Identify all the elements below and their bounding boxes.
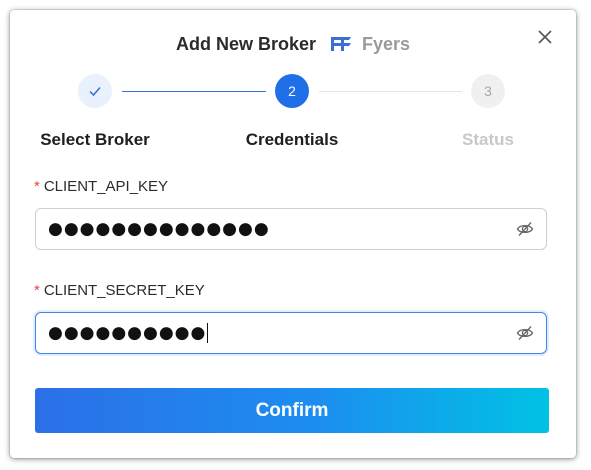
api-key-value: ●●●●●●●●●●●●●●: [48, 219, 270, 239]
modal-header: Add New Broker Fyers: [10, 34, 576, 54]
step-3-circle: 3: [471, 74, 505, 108]
secret-key-input[interactable]: ●●●●●●●●●●: [35, 312, 547, 354]
step-1-circle: [78, 74, 112, 108]
eye-slash-icon[interactable]: [516, 324, 534, 342]
text-caret: [207, 323, 209, 343]
step-label-status: Status: [462, 130, 514, 149]
confirm-button[interactable]: Confirm: [35, 388, 549, 433]
secret-key-label-text: CLIENT_SECRET_KEY: [43, 282, 205, 299]
stepper-line-pending: [319, 91, 462, 92]
step-label-select-broker: Select Broker: [40, 130, 150, 149]
secret-key-value: ●●●●●●●●●●: [48, 323, 209, 343]
secret-key-value-text: ●●●●●●●●●●: [48, 323, 207, 343]
eye-slash-icon[interactable]: [516, 220, 534, 238]
api-key-input[interactable]: ●●●●●●●●●●●●●●: [35, 208, 547, 250]
step-label-credentials: Credentials: [245, 130, 339, 149]
check-icon: [89, 87, 101, 97]
api-key-label-text: CLIENT_API_KEY: [43, 178, 169, 195]
add-broker-modal: Add New Broker Fyers 2 3 Select Broker C…: [10, 10, 576, 458]
broker-name: Fyers: [361, 33, 411, 54]
step-2-circle: 2: [275, 74, 309, 108]
required-marker: *: [34, 178, 40, 195]
stepper: 2 3 Select Broker Credentials Status: [10, 74, 576, 154]
modal-title: Add New Broker: [175, 33, 316, 54]
secret-key-label: * CLIENT_SECRET_KEY: [34, 282, 205, 299]
api-key-label: * CLIENT_API_KEY: [34, 178, 168, 195]
close-icon[interactable]: [536, 28, 554, 46]
required-marker: *: [34, 282, 40, 299]
stepper-line-completed: [122, 91, 266, 92]
fyers-logo-icon: [330, 37, 351, 51]
